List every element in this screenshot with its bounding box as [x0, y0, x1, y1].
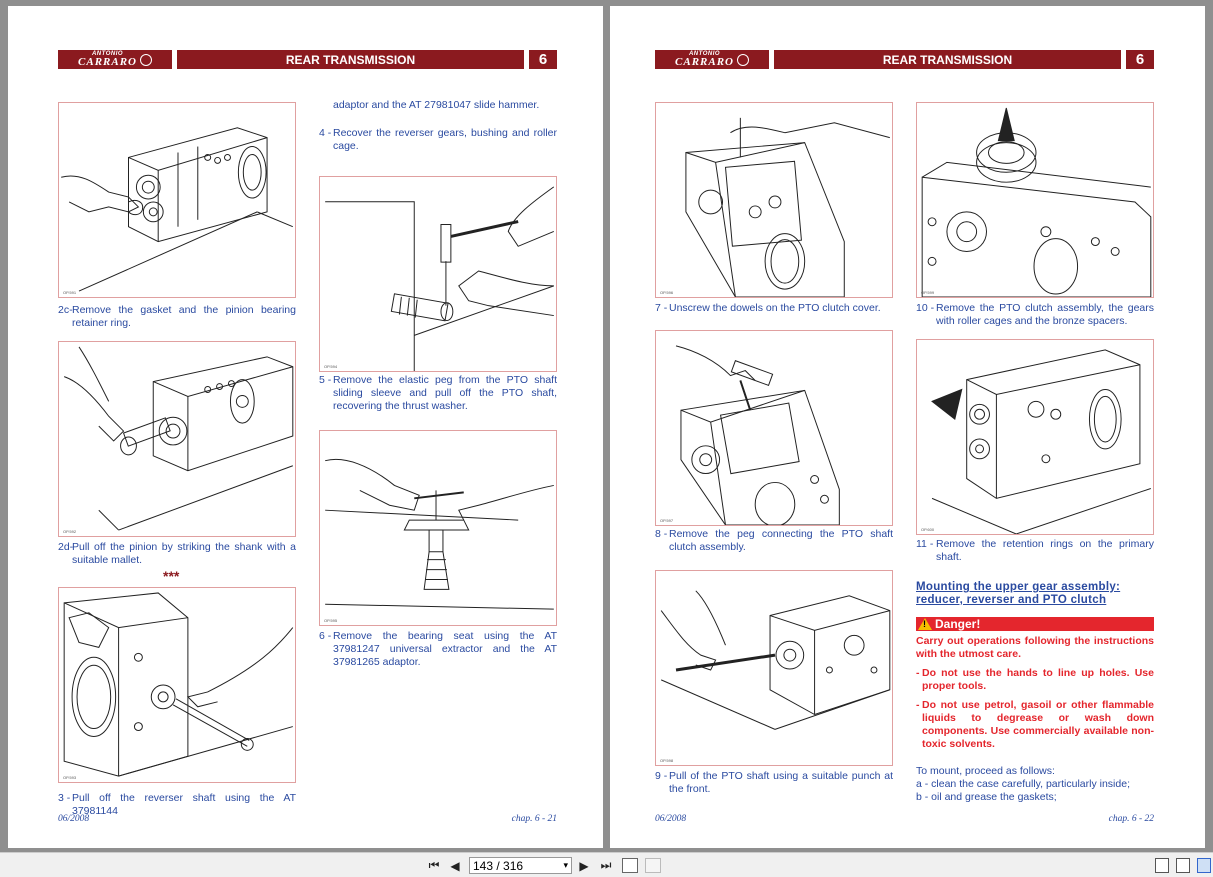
step-3-caption: 3 - Pull off the reverser shaft using the… — [58, 792, 296, 817]
single-page-view-icon[interactable] — [1155, 858, 1169, 873]
prev-page-icon[interactable]: ◀ — [448, 858, 462, 873]
section-header: REAR TRANSMISSION — [774, 50, 1121, 69]
step-4-caption: 4 - Recover the reverser gears, bushing a… — [319, 127, 557, 152]
figure-reverser-shaft: OP.593 — [58, 587, 296, 783]
danger-item-1: - Do not use the hands to line up holes. … — [916, 667, 1154, 692]
danger-banner: Danger! — [916, 617, 1154, 631]
step-9-caption: 9 - Pull of the PTO shaft using a suitabl… — [655, 770, 893, 795]
step-7-caption: 7 - Unscrew the dowels on the PTO clutch … — [655, 302, 881, 314]
step-2c-caption: 2c- Remove the gasket and the pinion bear… — [58, 304, 296, 329]
brand-seal-icon — [736, 53, 749, 66]
step-5-caption: 5 - Remove the elastic peg from the PTO s… — [319, 374, 557, 412]
next-page-icon[interactable]: ▶ — [577, 858, 591, 873]
danger-intro: Carry out operations following the instr… — [916, 635, 1154, 660]
footer-page-number: chap. 6 - 22 — [1108, 814, 1154, 824]
footer-page-number: chap. 6 - 21 — [511, 814, 557, 824]
warning-icon — [918, 618, 932, 630]
danger-item-2: - Do not use petrol, gasoil or other flam… — [916, 699, 1154, 750]
manual-page-left: ANTONIO CARRARO REAR TRANSMISSION 6 OP.59… — [8, 6, 603, 848]
chapter-number: 6 — [1126, 50, 1154, 69]
viewer-toolbar: ⏮ ◀ 143 / 316 ▾ ▶ ⏭ — [0, 852, 1213, 877]
back-view-icon[interactable] — [622, 858, 638, 873]
mount-step-a: a - clean the case carefully, particular… — [916, 778, 1130, 790]
brand-logo: ANTONIO CARRARO — [58, 50, 172, 69]
figure-pinion-removal: OP.592 — [58, 341, 296, 537]
mount-step-b: b - oil and grease the gaskets; — [916, 791, 1057, 803]
brand-logo: ANTONIO CARRARO — [655, 50, 769, 69]
last-page-icon[interactable]: ⏭ — [598, 858, 614, 873]
mount-intro: To mount, proceed as follows: — [916, 765, 1055, 777]
step-3-continued: adaptor and the AT 27981047 slide hammer… — [333, 99, 540, 111]
figure-pto-shaft-punch: OP.598 — [655, 570, 893, 766]
figure-primary-shaft-rings: OP.600 — [916, 339, 1154, 535]
chapter-number: 6 — [529, 50, 557, 69]
page-number-input[interactable]: 143 / 316 ▾ — [469, 857, 572, 874]
continuous-view-icon[interactable] — [1176, 858, 1190, 873]
step-2d-caption: 2d- Pull off the pinion by striking the s… — [58, 541, 296, 566]
chevron-down-icon[interactable]: ▾ — [563, 860, 568, 871]
step-8-caption: 8 - Remove the peg connecting the PTO sha… — [655, 528, 893, 553]
manual-page-right: ANTONIO CARRARO REAR TRANSMISSION 6 OP.59… — [610, 6, 1205, 848]
footer-date: 06/2008 — [655, 814, 687, 824]
brand-seal-icon — [139, 53, 152, 66]
figure-gasket-removal: OP.591 — [58, 102, 296, 298]
figure-pto-clutch-assembly: OP.599 — [916, 102, 1154, 298]
figure-bearing-seat-extractor: OP.595 — [319, 430, 557, 626]
figure-pto-peg-removal: OP.594 — [319, 176, 557, 372]
step-6-caption: 6 - Remove the bearing seat using the AT … — [319, 630, 557, 668]
step-11-caption: 11 - Remove the retention rings on the pr… — [916, 538, 1154, 563]
figure-pto-peg-connecting: OP.597 — [655, 330, 893, 526]
step-10-caption: 10 - Remove the PTO clutch assembly, the … — [916, 302, 1154, 327]
figure-pto-cover-dowels: OP.596 — [655, 102, 893, 298]
first-page-icon[interactable]: ⏮ — [426, 858, 442, 873]
separator-stars: *** — [163, 568, 180, 584]
forward-view-icon[interactable] — [645, 858, 661, 873]
footer-date: 06/2008 — [58, 814, 90, 824]
section-heading-mounting: Mounting the upper gear assembly: reduce… — [916, 581, 1121, 606]
facing-pages-view-icon[interactable] — [1197, 858, 1211, 873]
section-header: REAR TRANSMISSION — [177, 50, 524, 69]
